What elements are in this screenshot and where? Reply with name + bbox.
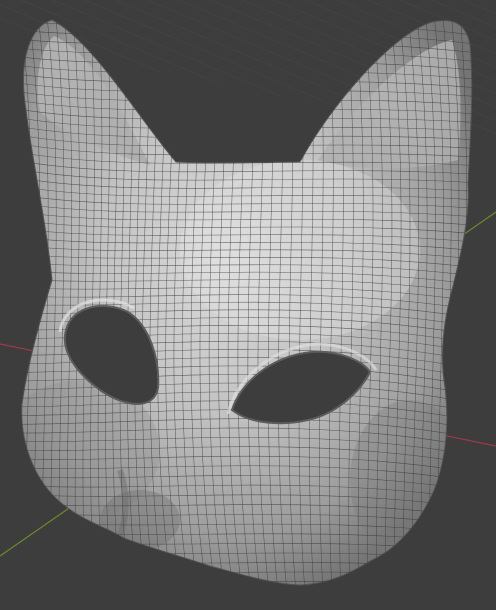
wire-line-h — [0, 588, 496, 606]
wire-line-v — [493, 0, 496, 610]
3d-viewport[interactable] — [0, 0, 496, 610]
viewport-canvas[interactable] — [0, 0, 496, 610]
wire-line-h — [21, 578, 472, 585]
wire-line-h — [0, 596, 496, 610]
wire-line-h — [0, 605, 496, 610]
cat-mask-model — [0, 0, 496, 610]
wire-line-v — [476, 0, 482, 610]
wire-line-v — [21, 20, 24, 585]
